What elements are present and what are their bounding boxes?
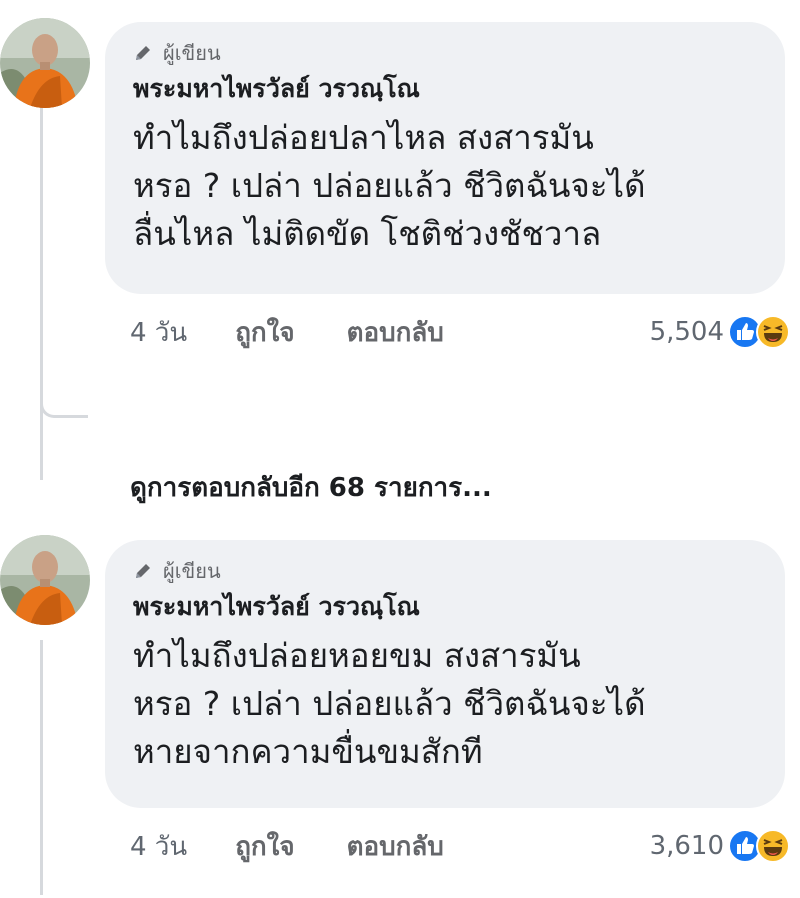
comment-bubble: ผู้เขียน พระมหาไพรวัลย์ วรวณฺโณ ทำไมถึงป… [105, 22, 785, 294]
pencil-icon [136, 564, 150, 578]
comment-line: หายจากความขื่นขมสักที [133, 732, 483, 771]
view-more-replies-link[interactable]: ดูการตอบกลับอีก 68 รายการ... [130, 467, 492, 508]
reply-button[interactable]: ตอบกลับ [347, 312, 444, 353]
comment-line: ลื่นไหล ไม่ติดขัด โชติช่วงชัชวาล [133, 214, 602, 253]
reply-branch-line [40, 395, 88, 418]
pencil-icon [136, 46, 150, 60]
author-name[interactable]: พระมหาไพรวัลย์ วรวณฺโณ [133, 72, 757, 106]
author-badge-label: ผู้เขียน [163, 559, 221, 583]
haha-icon [756, 315, 790, 349]
avatar[interactable] [0, 18, 90, 108]
haha-icon [756, 829, 790, 863]
comment-line: ทำไมถึงปล่อยปลาไหล สงสารมัน [133, 118, 594, 157]
comment-line: ทำไมถึงปล่อยหอยขม สงสารมัน [133, 636, 581, 675]
reaction-count: 3,610 [649, 831, 724, 861]
comment-actions: 4 วัน ถูกใจ ตอบกลับ 3,610 [130, 826, 790, 866]
reply-button[interactable]: ตอบกลับ [347, 826, 444, 867]
comment-actions: 4 วัน ถูกใจ ตอบกลับ 5,504 [130, 312, 790, 352]
reaction-summary[interactable]: 3,610 [650, 829, 790, 863]
comment-text: ทำไมถึงปล่อยหอยขม สงสารมัน หรอ ? เปล่า ป… [133, 632, 757, 776]
comment-timestamp[interactable]: 4 วัน [130, 826, 187, 867]
comment-timestamp[interactable]: 4 วัน [130, 312, 187, 353]
comment-bubble: ผู้เขียน พระมหาไพรวัลย์ วรวณฺโณ ทำไมถึงป… [105, 540, 785, 808]
reaction-summary[interactable]: 5,504 [650, 315, 790, 349]
comment-line: หรอ ? เปล่า ปล่อยแล้ว ชีวิตฉันจะได้ [133, 166, 646, 205]
like-button[interactable]: ถูกใจ [235, 826, 294, 867]
author-name[interactable]: พระมหาไพรวัลย์ วรวณฺโณ [133, 590, 757, 624]
thread-line [40, 640, 43, 895]
like-button[interactable]: ถูกใจ [235, 312, 294, 353]
author-badge: ผู้เขียน [133, 40, 757, 66]
avatar[interactable] [0, 535, 90, 625]
comment-line: หรอ ? เปล่า ปล่อยแล้ว ชีวิตฉันจะได้ [133, 684, 646, 723]
author-badge: ผู้เขียน [133, 558, 757, 584]
reaction-count: 5,504 [649, 317, 724, 347]
comment-text: ทำไมถึงปล่อยปลาไหล สงสารมัน หรอ ? เปล่า … [133, 114, 757, 258]
author-badge-label: ผู้เขียน [163, 41, 221, 65]
thread-line [40, 100, 43, 480]
